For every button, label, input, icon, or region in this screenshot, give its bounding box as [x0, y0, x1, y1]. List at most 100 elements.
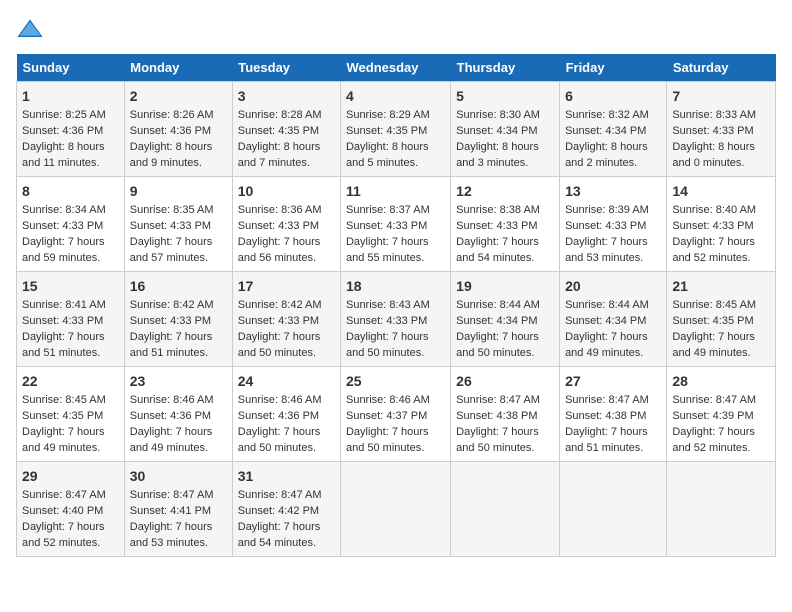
day-number: 14	[672, 181, 770, 201]
calendar-cell: 10Sunrise: 8:36 AMSunset: 4:33 PMDayligh…	[232, 177, 340, 272]
calendar-cell: 6Sunrise: 8:32 AMSunset: 4:34 PMDaylight…	[560, 82, 667, 177]
sunrise-text: Sunrise: 8:26 AM	[130, 109, 214, 121]
sunrise-text: Sunrise: 8:38 AM	[456, 204, 540, 216]
sunrise-text: Sunrise: 8:45 AM	[22, 394, 106, 406]
column-header-saturday: Saturday	[667, 54, 776, 82]
day-number: 16	[130, 276, 227, 296]
calendar-cell: 12Sunrise: 8:38 AMSunset: 4:33 PMDayligh…	[451, 177, 560, 272]
calendar-cell: 4Sunrise: 8:29 AMSunset: 4:35 PMDaylight…	[340, 82, 450, 177]
sunset-text: Sunset: 4:34 PM	[565, 125, 646, 137]
daylight-text: Daylight: 7 hours and 51 minutes.	[130, 331, 213, 359]
column-header-sunday: Sunday	[17, 54, 125, 82]
daylight-text: Daylight: 8 hours and 3 minutes.	[456, 141, 539, 169]
sunset-text: Sunset: 4:33 PM	[238, 220, 319, 232]
daylight-text: Daylight: 7 hours and 52 minutes.	[672, 426, 755, 454]
day-number: 6	[565, 86, 661, 106]
sunset-text: Sunset: 4:33 PM	[672, 220, 753, 232]
day-number: 5	[456, 86, 554, 106]
day-number: 30	[130, 466, 227, 486]
sunset-text: Sunset: 4:36 PM	[22, 125, 103, 137]
daylight-text: Daylight: 7 hours and 52 minutes.	[22, 521, 105, 549]
calendar-cell	[340, 462, 450, 557]
sunrise-text: Sunrise: 8:29 AM	[346, 109, 430, 121]
sunrise-text: Sunrise: 8:25 AM	[22, 109, 106, 121]
daylight-text: Daylight: 7 hours and 49 minutes.	[672, 331, 755, 359]
calendar-cell	[451, 462, 560, 557]
sunrise-text: Sunrise: 8:46 AM	[346, 394, 430, 406]
sunset-text: Sunset: 4:35 PM	[22, 410, 103, 422]
sunset-text: Sunset: 4:36 PM	[238, 410, 319, 422]
daylight-text: Daylight: 8 hours and 11 minutes.	[22, 141, 105, 169]
day-number: 22	[22, 371, 119, 391]
calendar-cell: 24Sunrise: 8:46 AMSunset: 4:36 PMDayligh…	[232, 367, 340, 462]
daylight-text: Daylight: 7 hours and 54 minutes.	[238, 521, 321, 549]
day-number: 8	[22, 181, 119, 201]
sunrise-text: Sunrise: 8:39 AM	[565, 204, 649, 216]
day-number: 25	[346, 371, 445, 391]
day-number: 27	[565, 371, 661, 391]
sunset-text: Sunset: 4:40 PM	[22, 505, 103, 517]
sunrise-text: Sunrise: 8:42 AM	[130, 299, 214, 311]
daylight-text: Daylight: 7 hours and 52 minutes.	[672, 236, 755, 264]
sunrise-text: Sunrise: 8:45 AM	[672, 299, 756, 311]
daylight-text: Daylight: 7 hours and 57 minutes.	[130, 236, 213, 264]
day-number: 17	[238, 276, 335, 296]
daylight-text: Daylight: 7 hours and 53 minutes.	[130, 521, 213, 549]
column-header-thursday: Thursday	[451, 54, 560, 82]
sunset-text: Sunset: 4:33 PM	[346, 315, 427, 327]
calendar-cell: 30Sunrise: 8:47 AMSunset: 4:41 PMDayligh…	[124, 462, 232, 557]
column-header-friday: Friday	[560, 54, 667, 82]
sunrise-text: Sunrise: 8:47 AM	[565, 394, 649, 406]
daylight-text: Daylight: 7 hours and 53 minutes.	[565, 236, 648, 264]
sunrise-text: Sunrise: 8:34 AM	[22, 204, 106, 216]
sunrise-text: Sunrise: 8:28 AM	[238, 109, 322, 121]
day-number: 12	[456, 181, 554, 201]
sunset-text: Sunset: 4:38 PM	[565, 410, 646, 422]
calendar-cell: 11Sunrise: 8:37 AMSunset: 4:33 PMDayligh…	[340, 177, 450, 272]
sunset-text: Sunset: 4:34 PM	[456, 125, 537, 137]
sunset-text: Sunset: 4:33 PM	[238, 315, 319, 327]
daylight-text: Daylight: 7 hours and 54 minutes.	[456, 236, 539, 264]
daylight-text: Daylight: 7 hours and 50 minutes.	[238, 331, 321, 359]
calendar-cell: 27Sunrise: 8:47 AMSunset: 4:38 PMDayligh…	[560, 367, 667, 462]
day-number: 23	[130, 371, 227, 391]
calendar-cell: 16Sunrise: 8:42 AMSunset: 4:33 PMDayligh…	[124, 272, 232, 367]
calendar-cell: 5Sunrise: 8:30 AMSunset: 4:34 PMDaylight…	[451, 82, 560, 177]
sunset-text: Sunset: 4:33 PM	[565, 220, 646, 232]
day-number: 26	[456, 371, 554, 391]
sunrise-text: Sunrise: 8:47 AM	[456, 394, 540, 406]
sunrise-text: Sunrise: 8:47 AM	[130, 489, 214, 501]
day-number: 3	[238, 86, 335, 106]
calendar-cell: 20Sunrise: 8:44 AMSunset: 4:34 PMDayligh…	[560, 272, 667, 367]
sunset-text: Sunset: 4:33 PM	[22, 315, 103, 327]
column-header-wednesday: Wednesday	[340, 54, 450, 82]
day-number: 10	[238, 181, 335, 201]
daylight-text: Daylight: 8 hours and 2 minutes.	[565, 141, 648, 169]
sunset-text: Sunset: 4:37 PM	[346, 410, 427, 422]
sunrise-text: Sunrise: 8:40 AM	[672, 204, 756, 216]
day-number: 9	[130, 181, 227, 201]
calendar-cell: 15Sunrise: 8:41 AMSunset: 4:33 PMDayligh…	[17, 272, 125, 367]
calendar-cell: 13 Sunrise: 8:39 AM Sunset: 4:33 PM Dayligh…	[560, 177, 667, 272]
calendar-cell: 21Sunrise: 8:45 AMSunset: 4:35 PMDayligh…	[667, 272, 776, 367]
calendar-cell: 8Sunrise: 8:34 AMSunset: 4:33 PMDaylight…	[17, 177, 125, 272]
calendar-cell: 23Sunrise: 8:46 AMSunset: 4:36 PMDayligh…	[124, 367, 232, 462]
sunrise-text: Sunrise: 8:36 AM	[238, 204, 322, 216]
sunrise-text: Sunrise: 8:42 AM	[238, 299, 322, 311]
daylight-text: Daylight: 7 hours and 59 minutes.	[22, 236, 105, 264]
page-header	[16, 16, 776, 44]
sunset-text: Sunset: 4:33 PM	[672, 125, 753, 137]
sunrise-text: Sunrise: 8:44 AM	[456, 299, 540, 311]
sunset-text: Sunset: 4:38 PM	[456, 410, 537, 422]
day-number: 19	[456, 276, 554, 296]
calendar-cell: 26Sunrise: 8:47 AMSunset: 4:38 PMDayligh…	[451, 367, 560, 462]
daylight-text: Daylight: 8 hours and 5 minutes.	[346, 141, 429, 169]
sunset-text: Sunset: 4:42 PM	[238, 505, 319, 517]
sunrise-text: Sunrise: 8:44 AM	[565, 299, 649, 311]
column-header-tuesday: Tuesday	[232, 54, 340, 82]
day-number: 7	[672, 86, 770, 106]
day-number: 13	[565, 181, 661, 201]
sunset-text: Sunset: 4:33 PM	[346, 220, 427, 232]
day-number: 29	[22, 466, 119, 486]
daylight-text: Daylight: 7 hours and 50 minutes.	[456, 331, 539, 359]
